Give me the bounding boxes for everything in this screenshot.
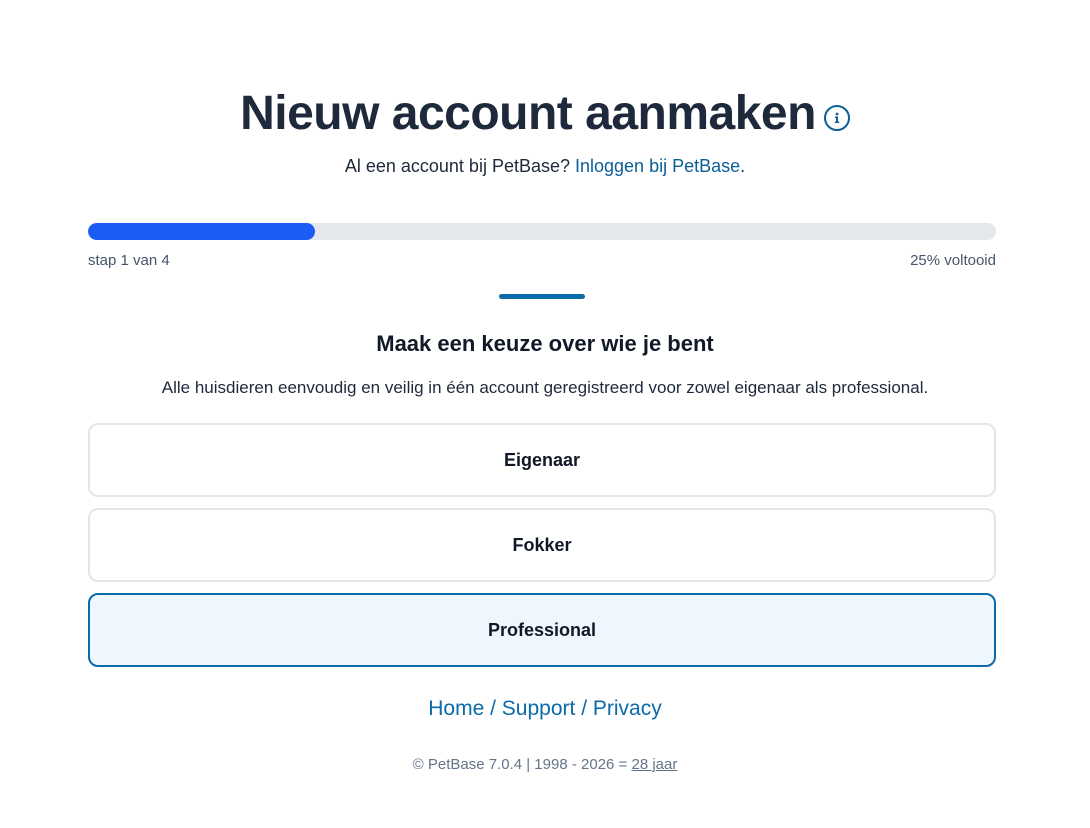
footer-link-home[interactable]: Home xyxy=(428,697,484,720)
info-icon[interactable] xyxy=(823,104,850,131)
copyright: © PetBase 7.0.4 | 1998 - 2026 = 28 jaar xyxy=(0,756,1090,773)
option-label: Eigenaar xyxy=(503,449,581,470)
option-label: Fokker xyxy=(512,534,572,555)
page-title: Nieuw account aanmaken xyxy=(240,87,816,140)
footer-link-support[interactable]: Support xyxy=(502,697,576,720)
option-fokker[interactable]: Fokker xyxy=(88,508,996,582)
login-prompt-suffix: . xyxy=(740,156,746,176)
login-link[interactable]: Inloggen bij PetBase xyxy=(575,156,740,176)
section-title: Maak een keuze over wie je bent xyxy=(376,331,714,356)
option-label: Professional xyxy=(487,619,597,640)
footer-link-privacy[interactable]: Privacy xyxy=(593,697,662,720)
years-link[interactable]: 28 jaar xyxy=(631,756,677,773)
step-label: stap 1 van 4 xyxy=(88,252,170,269)
progress-bar xyxy=(88,223,996,240)
section-divider xyxy=(499,294,585,299)
login-prompt: Al een account bij PetBase? Inloggen bij… xyxy=(0,156,1090,177)
option-professional[interactable]: Professional xyxy=(88,593,996,667)
footer-links: Home / Support / Privacy xyxy=(0,697,1090,721)
role-options: Eigenaar Fokker Professional xyxy=(88,423,996,678)
section-subtitle: Alle huisdieren eenvoudig en veilig in é… xyxy=(161,378,929,397)
page-header: Nieuw account aanmaken xyxy=(0,86,1090,141)
copyright-text: © PetBase 7.0.4 | 1998 - 2026 = xyxy=(412,756,632,773)
login-prompt-text: Al een account bij PetBase? xyxy=(344,156,575,176)
footer-separator: / xyxy=(484,697,502,720)
progress-percent-label: 25% voltooid xyxy=(910,252,996,269)
progress-fill xyxy=(88,223,315,240)
option-eigenaar[interactable]: Eigenaar xyxy=(88,423,996,497)
footer-separator: / xyxy=(575,697,593,720)
